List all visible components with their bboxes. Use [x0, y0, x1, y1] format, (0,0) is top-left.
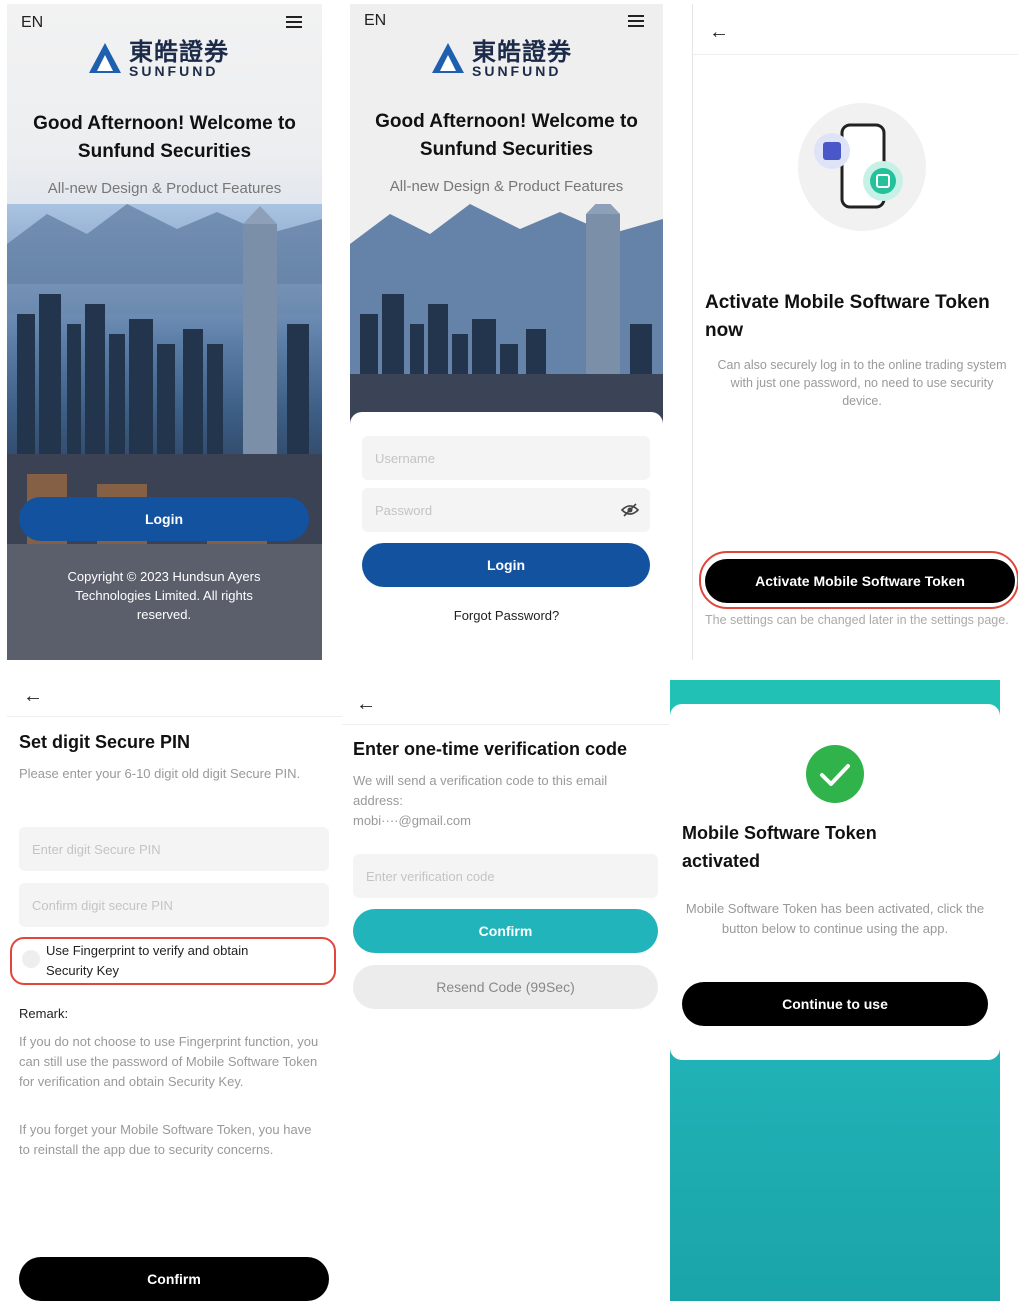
logo-mark-icon — [432, 43, 464, 73]
forgot-password-link[interactable]: Forgot Password? — [350, 608, 663, 623]
fingerprint-option[interactable]: Use Fingerprint to verify and obtain Sec… — [10, 937, 336, 985]
phone-token-icon — [798, 103, 926, 231]
menu-icon[interactable] — [628, 15, 644, 27]
greeting-line-1: Good Afternoon! Welcome to — [33, 113, 296, 134]
language-switch[interactable]: EN — [364, 12, 386, 30]
tagline: All-new Design & Product Features — [389, 178, 624, 195]
screen-login: EN 東皓證券 SUNFUND Good Afternoon! Welcome … — [350, 4, 663, 660]
screen-set-pin: ← Set digit Secure PIN Please enter your… — [7, 680, 342, 1301]
brand-logo: 東皓證券 SUNFUND — [430, 40, 572, 78]
page-title: Set digit Secure PIN — [19, 732, 191, 752]
login-sheet: Username Password Login Forgot Password? — [350, 412, 663, 660]
logo-chinese-text: 東皓證券 — [129, 37, 229, 66]
copyright-text: Copyright © 2023 Hundsun Ayers Technolog… — [67, 569, 261, 622]
page-title: Mobile Software Token activated — [682, 823, 877, 871]
page-title: Activate Mobile Software Token now — [705, 292, 990, 341]
brand-logo: 東皓證券 SUNFUND — [87, 40, 229, 78]
language-switch[interactable]: EN — [21, 14, 43, 32]
settings-note: The settings can be changed later in the… — [705, 613, 1009, 627]
password-placeholder: Password — [375, 502, 433, 518]
tagline: All-new Design & Product Features — [47, 180, 282, 197]
remark-item-2: If you forget your Mobile Software Token… — [19, 1122, 312, 1157]
back-arrow-icon[interactable]: ← — [356, 694, 376, 714]
remark-item-1: If you do not choose to use Fingerprint … — [19, 1034, 319, 1089]
screen-token-activated: Mobile Software Token activated Mobile S… — [670, 680, 1000, 1301]
success-card: Mobile Software Token activated Mobile S… — [670, 704, 1000, 1060]
screen-activate-token: ← Activate Mobile Software Token now Can… — [692, 4, 1018, 660]
confirm-button[interactable]: Confirm — [19, 1257, 329, 1301]
menu-icon[interactable] — [286, 16, 302, 28]
back-arrow-icon[interactable]: ← — [709, 22, 729, 42]
page-description: Mobile Software Token has been activated… — [685, 901, 985, 936]
greeting-line-2: Sunfund Securities — [77, 141, 252, 162]
page-description: We will send a verification code to this… — [353, 773, 608, 808]
confirm-button[interactable]: Confirm — [353, 909, 658, 953]
greeting-line-2: Sunfund Securities — [419, 139, 594, 160]
fingerprint-label: Use Fingerprint to verify and obtain Sec… — [46, 943, 249, 978]
eye-off-icon[interactable] — [621, 502, 639, 518]
logo-english-text: SUNFUND — [129, 63, 219, 79]
page-description: Can also securely log in to the online t… — [717, 358, 1007, 408]
logo-chinese-text: 東皓證券 — [472, 37, 572, 66]
password-input[interactable]: Password — [362, 488, 650, 532]
back-arrow-icon[interactable]: ← — [23, 686, 43, 706]
skyline-illustration — [350, 204, 663, 424]
activate-token-button[interactable]: Activate Mobile Software Token — [705, 559, 1015, 603]
page-title: Enter one-time verification code — [353, 739, 628, 759]
header-divider — [342, 724, 669, 725]
logo-english-text: SUNFUND — [472, 63, 562, 79]
page-description: Please enter your 6-10 digit old digit S… — [19, 766, 301, 781]
confirm-pin-input[interactable]: Confirm digit secure PIN — [19, 883, 329, 927]
header-divider — [693, 54, 1018, 55]
header-divider — [7, 716, 342, 717]
continue-button[interactable]: Continue to use — [682, 982, 988, 1026]
remark-title: Remark: — [19, 1006, 69, 1021]
check-icon — [806, 745, 864, 803]
username-input[interactable]: Username — [362, 436, 650, 480]
pin-input[interactable]: Enter digit Secure PIN — [19, 827, 329, 871]
screen-welcome: EN 東皓證券 SUNFUND Good Afternoon! Welcome … — [7, 4, 322, 660]
verification-code-input[interactable]: Enter verification code — [353, 854, 658, 898]
logo-mark-icon — [89, 43, 121, 73]
masked-email: mobi····@gmail.com — [353, 813, 471, 828]
radio-icon[interactable] — [22, 950, 40, 968]
screen-verification-code: ← Enter one-time verification code We wi… — [342, 680, 669, 1301]
login-button[interactable]: Login — [19, 497, 309, 541]
greeting-line-1: Good Afternoon! Welcome to — [375, 111, 638, 132]
resend-code-button[interactable]: Resend Code (99Sec) — [353, 965, 658, 1009]
login-button[interactable]: Login — [362, 543, 650, 587]
